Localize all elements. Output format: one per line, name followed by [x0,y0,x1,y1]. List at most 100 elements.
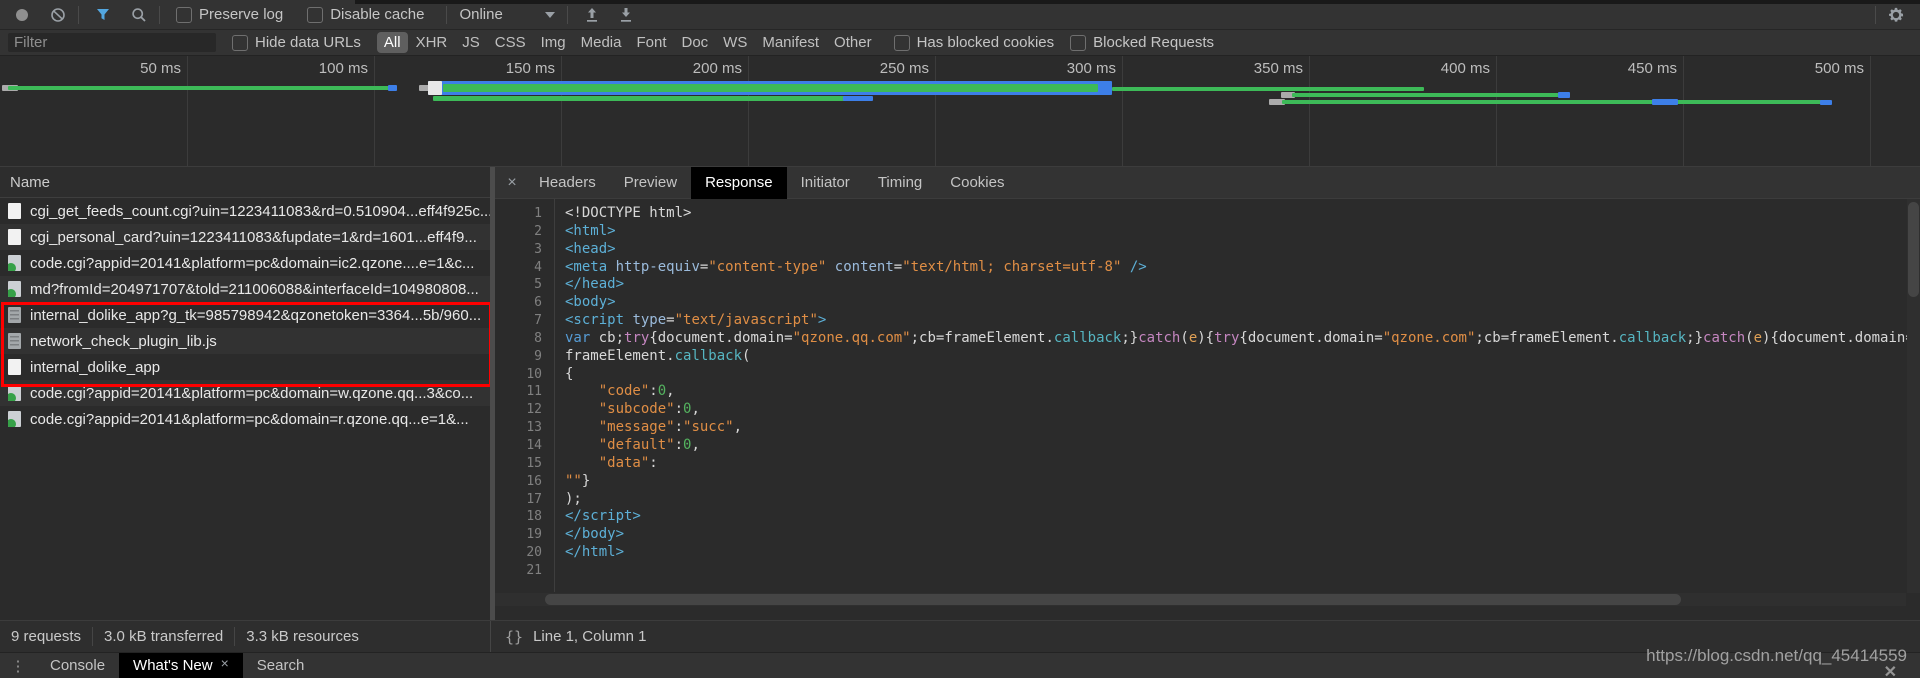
horizontal-scrollbar[interactable] [495,593,1906,606]
timeline-tick-label: 200 ms [652,60,742,77]
tab-response[interactable]: Response [691,167,787,199]
more-menu-icon[interactable]: ⋮ [0,657,36,675]
code-line: "default":0, [565,437,1920,455]
request-row[interactable]: code.cgi?appid=20141&platform=pc&domain=… [0,380,490,406]
has-blocked-cookies-checkbox[interactable]: Has blocked cookies [894,34,1055,51]
line-number: 16 [495,473,554,491]
filter-type-css[interactable]: CSS [488,32,533,53]
drawer-tab-search[interactable]: Search [243,653,319,678]
request-row[interactable]: cgi_get_feeds_count.cgi?uin=1223411083&r… [0,198,490,224]
waterfall-bar [8,86,391,90]
request-row[interactable]: code.cgi?appid=20141&platform=pc&domain=… [0,250,490,276]
hide-data-urls-checkbox[interactable]: Hide data URLs [232,34,361,51]
network-filter-input[interactable] [8,33,216,52]
code-line: { [565,366,1920,384]
code-line: </body> [565,526,1920,544]
line-number: 4 [495,259,554,277]
timeline-tick-label: 150 ms [465,60,555,77]
drawer-tab-console[interactable]: Console [36,653,119,678]
preserve-log-checkbox[interactable]: Preserve log [176,6,283,23]
clear-button[interactable] [44,2,72,28]
blocked-requests-checkbox[interactable]: Blocked Requests [1070,34,1214,51]
tab-timing[interactable]: Timing [864,167,936,199]
timeline-gridline [1683,56,1684,166]
line-number: 20 [495,544,554,562]
request-name: code.cgi?appid=20141&platform=pc&domain=… [30,255,474,272]
network-overview-timeline[interactable]: 50 ms100 ms150 ms200 ms250 ms300 ms350 m… [0,56,1920,167]
preserve-log-label: Preserve log [199,6,283,23]
filter-type-xhr[interactable]: XHR [409,32,455,53]
code-line: "subcode":0, [565,401,1920,419]
close-icon[interactable]: × [221,651,229,676]
search-button[interactable] [125,2,153,28]
request-row[interactable]: internal_dolike_app?g_tk=985798942&qzone… [0,302,490,328]
close-detail-button[interactable]: × [499,174,525,192]
request-row[interactable]: md?fromId=204971707&told=211006088&inter… [0,276,490,302]
vertical-scrollbar-thumb[interactable] [1908,202,1919,297]
code-line: </html> [565,544,1920,562]
download-icon [619,7,633,23]
gear-icon [1887,6,1905,24]
code-line: ""} [565,473,1920,491]
request-name: internal_dolike_app [30,359,160,376]
checkbox-icon [176,7,192,23]
record-button[interactable] [8,2,36,28]
tab-headers[interactable]: Headers [525,167,610,199]
code-line: "message":"succ", [565,419,1920,437]
line-number: 2 [495,223,554,241]
filter-type-media[interactable]: Media [574,32,629,53]
tab-initiator[interactable]: Initiator [787,167,864,199]
import-har-button[interactable] [578,2,606,28]
drawer-tab-what-s-new[interactable]: What's New× [119,653,243,678]
filter-type-other[interactable]: Other [827,32,879,53]
filter-type-manifest[interactable]: Manifest [755,32,826,53]
filter-type-ws[interactable]: WS [716,32,754,53]
code-line: <script type="text/javascript"> [565,312,1920,330]
network-summary: 9 requests3.0 kB transferred3.3 kB resou… [0,621,491,652]
line-number: 14 [495,437,554,455]
status-divider [92,627,93,646]
script-file-icon [8,411,21,427]
filter-type-js[interactable]: JS [455,32,487,53]
waterfall-bar [1282,100,1826,104]
request-name: cgi_get_feeds_count.cgi?uin=1223411083&r… [30,203,490,220]
request-row[interactable]: internal_dolike_app [0,354,490,380]
tab-preview[interactable]: Preview [610,167,691,199]
timeline-gridline [1870,56,1871,166]
tab-cookies[interactable]: Cookies [936,167,1018,199]
filter-type-all[interactable]: All [377,32,408,53]
request-detail-panel: × HeadersPreviewResponseInitiatorTimingC… [495,167,1920,620]
timeline-tick-label: 450 ms [1587,60,1677,77]
filter-type-font[interactable]: Font [629,32,673,53]
doc-file-icon [8,229,21,245]
request-name: code.cgi?appid=20141&platform=pc&domain=… [30,411,469,428]
status-item: 3.0 kB transferred [104,628,223,645]
filter-toggle-button[interactable] [89,2,117,28]
waterfall-bar [1652,99,1678,105]
filter-type-doc[interactable]: Doc [674,32,715,53]
record-icon [16,9,28,21]
request-row[interactable]: code.cgi?appid=20141&platform=pc&domain=… [0,406,490,432]
drawer-tabs: ConsoleWhat's New×Search [36,653,318,678]
line-number: 17 [495,491,554,509]
request-row[interactable]: network_check_plugin_lib.js [0,328,490,354]
name-column-header[interactable]: Name [0,167,490,198]
toolbar-divider [446,6,447,24]
doc-file-icon [8,359,21,375]
filter-type-img[interactable]: Img [534,32,573,53]
curly-braces-icon: {} [505,628,523,646]
disable-cache-checkbox[interactable]: Disable cache [307,6,424,23]
request-row[interactable]: cgi_personal_card?uin=1223411083&fupdate… [0,224,490,250]
code-line: frameElement.callback( [565,348,1920,366]
settings-button[interactable] [1882,2,1910,28]
network-main-area: Name cgi_get_feeds_count.cgi?uin=1223411… [0,167,1920,620]
export-har-button[interactable] [612,2,640,28]
line-number: 9 [495,348,554,366]
horizontal-scrollbar-thumb[interactable] [545,594,1681,605]
code-line: <!DOCTYPE html> [565,205,1920,223]
vertical-scrollbar[interactable] [1907,199,1920,593]
text-file-icon [8,333,21,349]
throttling-select[interactable]: Online [459,6,555,23]
script-file-icon [8,281,21,297]
line-number: 11 [495,383,554,401]
